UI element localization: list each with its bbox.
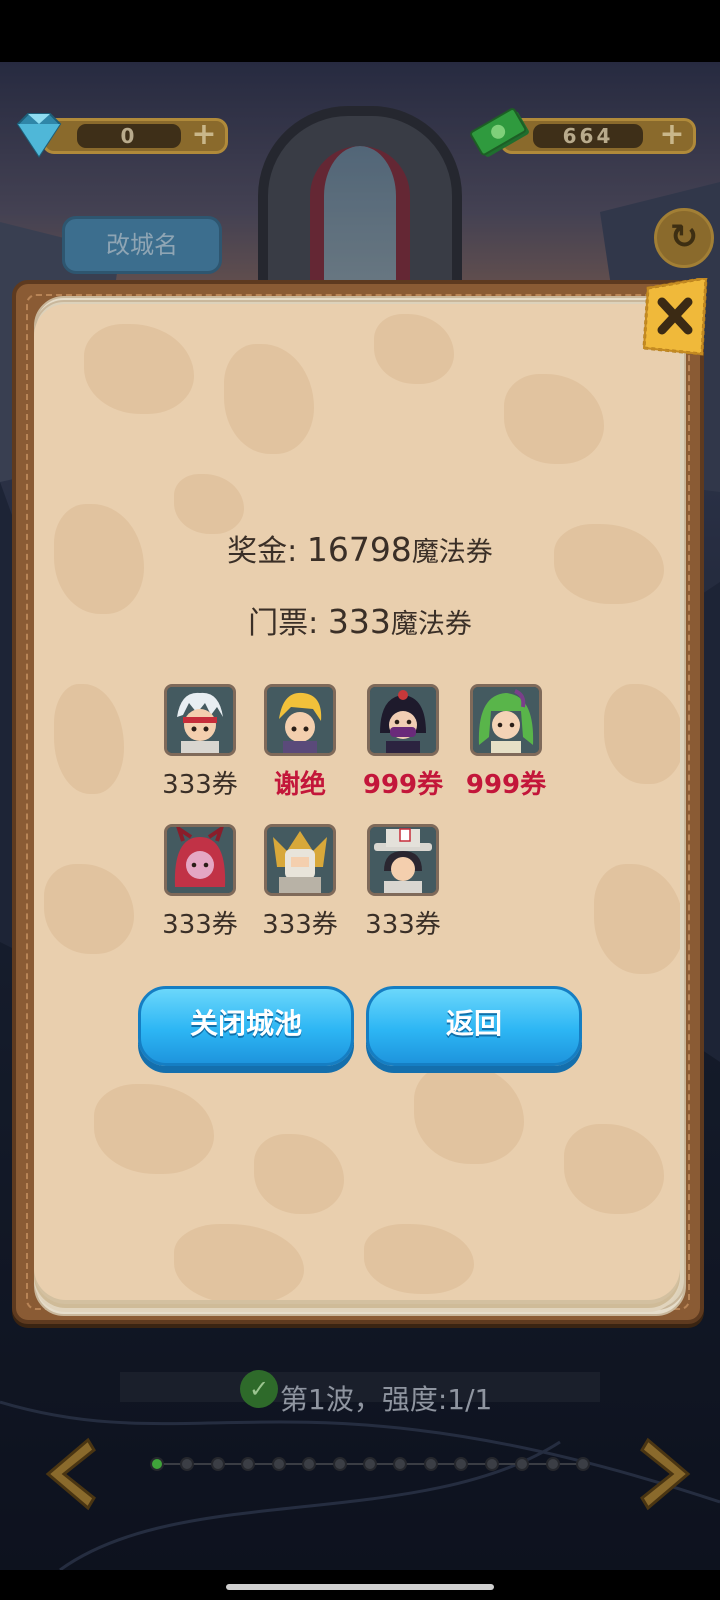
wave-dot xyxy=(363,1457,377,1471)
hero-portrait-red-demon-girl xyxy=(164,824,236,896)
ticket-info: 门票: 333魔法券 xyxy=(0,598,720,642)
wave-dot xyxy=(393,1457,408,1471)
wave-dot xyxy=(332,1457,347,1471)
ticket-unit: 魔法券 xyxy=(390,609,472,640)
wave-dot xyxy=(271,1457,286,1471)
hero-price: 333券 xyxy=(262,910,338,940)
next-arrow-icon[interactable] xyxy=(640,1434,696,1514)
rename-city-button[interactable]: 改城名 xyxy=(62,216,222,274)
status-bar xyxy=(0,0,720,62)
wave-dot xyxy=(454,1457,469,1471)
home-indicator[interactable] xyxy=(226,1584,494,1590)
ticket-label: 门票: xyxy=(248,606,328,641)
previous-arrow-icon[interactable] xyxy=(40,1434,96,1514)
hero-card[interactable]: 333券 xyxy=(250,824,350,941)
hero-price: 999券 xyxy=(362,770,444,800)
hero-price: 333券 xyxy=(162,910,238,940)
reward-amount: 16798 xyxy=(306,530,412,569)
hero-card[interactable]: 谢绝 xyxy=(250,684,350,801)
add-gems-button[interactable]: + xyxy=(189,120,219,150)
back-button[interactable]: 返回 xyxy=(366,986,582,1066)
wave-dot xyxy=(515,1457,530,1471)
hero-portrait-white-haired-ninja xyxy=(164,684,236,756)
wave-dot xyxy=(423,1457,438,1471)
wave-info: 第1波，强度:1/1 xyxy=(280,1383,493,1416)
checkmark-icon: ✓ xyxy=(240,1370,278,1408)
refresh-icon[interactable]: ↻ xyxy=(654,208,714,268)
hero-card[interactable]: 333券 xyxy=(353,824,453,941)
wave-dot xyxy=(302,1457,317,1471)
hero-portrait-card-magician xyxy=(367,824,439,896)
reward-info: 奖金: 16798魔法券 xyxy=(0,526,720,570)
wave-dot xyxy=(484,1457,499,1471)
ticket-amount: 333 xyxy=(327,602,391,641)
wave-dot xyxy=(180,1457,195,1471)
hero-price: 333券 xyxy=(162,770,238,800)
close-icon[interactable] xyxy=(640,278,710,360)
hero-price: 谢绝 xyxy=(273,770,326,800)
cash-stack-icon xyxy=(470,108,529,157)
gem-amount: 0 xyxy=(77,124,181,148)
wave-dot xyxy=(545,1457,560,1471)
reward-label: 奖金: xyxy=(227,534,307,569)
hero-portrait-green-haired-dryad xyxy=(470,684,542,756)
hero-card[interactable]: 333券 xyxy=(150,684,250,801)
close-city-button[interactable]: 关闭城池 xyxy=(138,986,354,1066)
wave-progress-dots xyxy=(150,1456,590,1472)
wave-dot xyxy=(241,1457,256,1471)
hero-card[interactable]: 999券 xyxy=(353,684,453,801)
hero-price: 999券 xyxy=(465,770,547,800)
gem-counter: 0 + xyxy=(42,118,228,154)
diamond-icon xyxy=(16,113,62,158)
hero-portrait-golden-knight xyxy=(264,824,336,896)
hero-portrait-dark-ninja-girl xyxy=(367,684,439,756)
cash-amount: 664 xyxy=(533,124,643,148)
wave-dot xyxy=(576,1457,590,1471)
add-cash-button[interactable]: + xyxy=(657,120,687,150)
reward-unit: 魔法券 xyxy=(411,537,493,568)
dialog-paper xyxy=(34,304,680,1300)
hero-card[interactable]: 999券 xyxy=(456,684,556,801)
wave-dot xyxy=(150,1457,164,1471)
hero-card[interactable]: 333券 xyxy=(150,824,250,941)
wave-dot xyxy=(210,1457,225,1471)
hero-price: 333券 xyxy=(365,910,441,940)
hero-portrait-blonde-swordsman xyxy=(264,684,336,756)
